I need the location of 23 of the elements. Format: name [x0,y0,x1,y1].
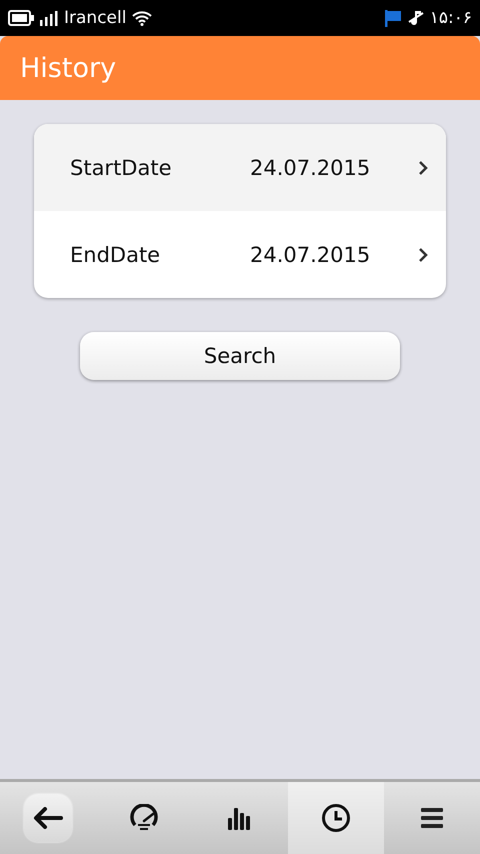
date-value: 24.07.2015 [250,156,372,180]
date-value: 24.07.2015 [250,242,372,266]
bar-chart-icon [227,806,253,830]
date-label: StartDate [70,156,172,180]
flag-icon [384,9,402,27]
speedometer-icon [129,804,159,832]
signal-icon [40,10,58,26]
page-title: History [20,52,116,84]
wifi-icon [132,10,152,26]
search-button[interactable]: Search [80,332,400,380]
clock-time: ۱۵:۰۶ [430,8,472,28]
date-row[interactable]: EndDate 24.07.2015 [34,211,446,298]
battery-icon [8,10,34,26]
clock-icon [321,803,351,833]
date-label: EndDate [70,242,162,266]
mute-icon [408,8,424,28]
menu-icon [421,807,443,829]
back-arrow-icon [33,807,63,829]
date-row[interactable]: StartDate 24.07.2015 [34,124,446,211]
carrier-name: Irancell [64,8,126,28]
chevron-right-icon [418,246,428,262]
chevron-right-icon [418,160,428,176]
toolbar-button[interactable] [288,782,384,854]
